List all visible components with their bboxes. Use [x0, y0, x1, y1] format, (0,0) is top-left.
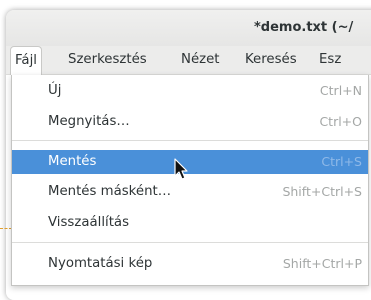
menu-item-label: Mentés másként… — [48, 184, 172, 199]
menu-item-label: Új — [48, 83, 62, 98]
menu-view[interactable]: Nézet — [177, 46, 224, 74]
menu-item-print-preview[interactable]: Nyomtatási kép Shift+Ctrl+P — [12, 252, 368, 276]
menu-search[interactable]: Keresés — [241, 46, 301, 74]
menu-item-label: Visszaállítás — [48, 215, 130, 230]
menu-item-shortcut: Ctrl+S — [321, 154, 362, 169]
menu-item-label: Nyomtatási kép — [48, 256, 153, 271]
menu-item-open[interactable]: Megnyitás… Ctrl+O — [12, 110, 368, 134]
menu-item-label: Megnyitás… — [48, 114, 130, 129]
menu-file[interactable]: Fájl — [10, 46, 42, 75]
menu-tools[interactable]: Esz — [315, 46, 345, 74]
menu-item-save[interactable]: Mentés Ctrl+S — [12, 150, 368, 174]
menu-item-shortcut: Shift+Ctrl+P — [282, 256, 362, 271]
menu-item-save-as[interactable]: Mentés másként… Shift+Ctrl+S — [12, 180, 368, 204]
mouse-pointer-icon — [174, 158, 188, 180]
menu-separator — [12, 242, 368, 243]
menu-bar: Fájl Szerkesztés Nézet Keresés Esz — [6, 46, 371, 75]
window-title: *demo.txt (~/ — [254, 20, 354, 35]
menu-item-label: Mentés — [48, 154, 97, 169]
menu-item-shortcut: Ctrl+N — [319, 83, 362, 98]
menu-item-shortcut: Ctrl+O — [319, 114, 362, 129]
title-bar[interactable]: *demo.txt (~/ — [6, 10, 371, 46]
menu-item-shortcut: Shift+Ctrl+S — [282, 184, 362, 199]
menu-item-new[interactable]: Új Ctrl+N — [12, 79, 368, 103]
menu-item-revert[interactable]: Visszaállítás — [12, 211, 368, 235]
menu-edit[interactable]: Szerkesztés — [64, 46, 151, 74]
menu-separator — [12, 140, 368, 141]
file-menu-dropdown: Új Ctrl+N Megnyitás… Ctrl+O Mentés Ctrl+… — [11, 75, 369, 286]
